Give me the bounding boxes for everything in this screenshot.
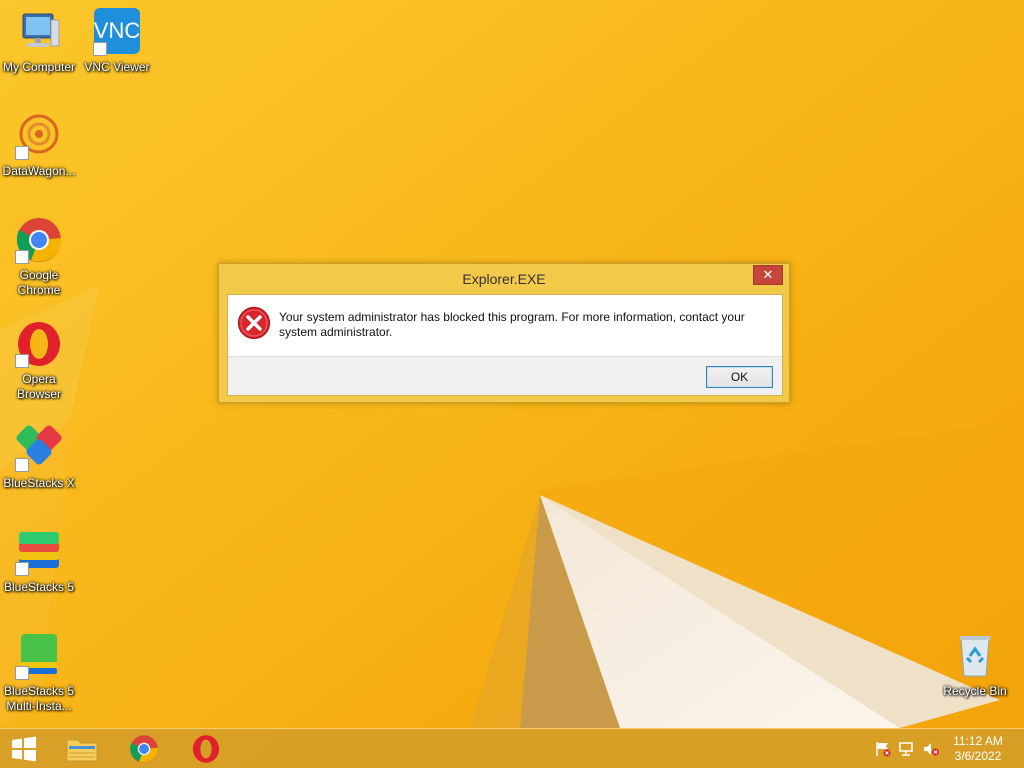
desktop-icon-datawagon[interactable]: DataWagon...	[0, 112, 78, 179]
desktop-icon-my-computer[interactable]: My Computer	[0, 8, 78, 75]
windows-logo-icon	[12, 736, 36, 762]
vnc-viewer-icon: VNC	[93, 8, 141, 56]
taskbar: 11:12 AM 3/6/2022	[0, 728, 1024, 768]
shortcut-arrow-icon	[15, 250, 29, 264]
taskbar-google-chrome[interactable]	[118, 729, 170, 768]
desktop-icon-label: DataWagon...	[2, 164, 76, 178]
desktop-icon-label: BlueStacks 5 Multi-Insta...	[3, 684, 75, 713]
shortcut-arrow-icon	[15, 354, 29, 368]
desktop-icon-label: Google Chrome	[17, 268, 61, 297]
dialog-close-button[interactable]: ✕	[753, 265, 783, 285]
bluestacks-5-icon	[15, 528, 63, 576]
error-icon	[237, 306, 271, 340]
file-explorer-icon	[66, 739, 98, 762]
bluestacks-x-icon	[15, 424, 63, 472]
svg-text:VNC: VNC	[94, 18, 141, 43]
shortcut-arrow-icon	[15, 458, 29, 472]
clock-time: 11:12 AM	[953, 734, 1003, 748]
chrome-icon	[130, 735, 158, 763]
shortcut-arrow-icon	[15, 562, 29, 576]
opera-icon	[15, 320, 63, 368]
desktop-icon-label: My Computer	[2, 60, 76, 74]
computer-icon	[15, 8, 63, 56]
action-center-flag-icon[interactable]	[874, 741, 892, 757]
desktop-icon-bluestacks-multi-instance[interactable]: BlueStacks 5 Multi-Insta...	[0, 632, 78, 714]
taskbar-opera[interactable]	[180, 729, 232, 768]
network-icon[interactable]	[898, 741, 916, 757]
dialog-button-bar: OK	[228, 356, 782, 395]
desktop-icon-label: BlueStacks X	[3, 476, 75, 490]
desktop-icon-label: Opera Browser	[16, 372, 61, 401]
error-dialog: Explorer.EXE ✕ Your system administrator…	[218, 263, 790, 403]
close-icon: ✕	[762, 267, 774, 282]
desktop-icon-bluestacks-x[interactable]: BlueStacks X	[0, 424, 78, 491]
recycle-bin-icon	[951, 632, 999, 680]
desktop-icon-recycle-bin[interactable]: Recycle Bin	[936, 632, 1014, 699]
desktop-icon-label: Recycle Bin	[943, 684, 1007, 698]
desktop-icon-vnc-viewer[interactable]: VNC VNC Viewer	[78, 8, 156, 75]
dialog-title: Explorer.EXE	[462, 271, 546, 287]
taskbar-file-explorer[interactable]	[56, 729, 108, 768]
shortcut-arrow-icon	[15, 666, 29, 680]
desktop-icon-label: BlueStacks 5	[3, 580, 75, 594]
dialog-body: Your system administrator has blocked th…	[227, 294, 783, 396]
desktop-icon-google-chrome[interactable]: Google Chrome	[0, 216, 78, 298]
clock-date: 3/6/2022	[954, 749, 1002, 763]
datawagon-icon	[15, 112, 63, 160]
desktop-icon-opera-browser[interactable]: Opera Browser	[0, 320, 78, 402]
opera-icon	[192, 735, 220, 763]
ok-button[interactable]: OK	[706, 366, 773, 388]
taskbar-clock[interactable]: 11:12 AM 3/6/2022	[948, 734, 1008, 764]
bluestacks-multi-instance-icon	[15, 632, 63, 680]
desktop-icon-label: VNC Viewer	[84, 60, 150, 74]
dialog-message-area: Your system administrator has blocked th…	[228, 295, 782, 356]
desktop-icon-bluestacks-5[interactable]: BlueStacks 5	[0, 528, 78, 595]
dialog-message: Your system administrator has blocked th…	[279, 310, 745, 339]
volume-muted-icon[interactable]	[922, 741, 940, 757]
start-button[interactable]	[0, 729, 48, 768]
shortcut-arrow-icon	[93, 42, 107, 56]
chrome-icon	[15, 216, 63, 264]
shortcut-arrow-icon	[15, 146, 29, 160]
